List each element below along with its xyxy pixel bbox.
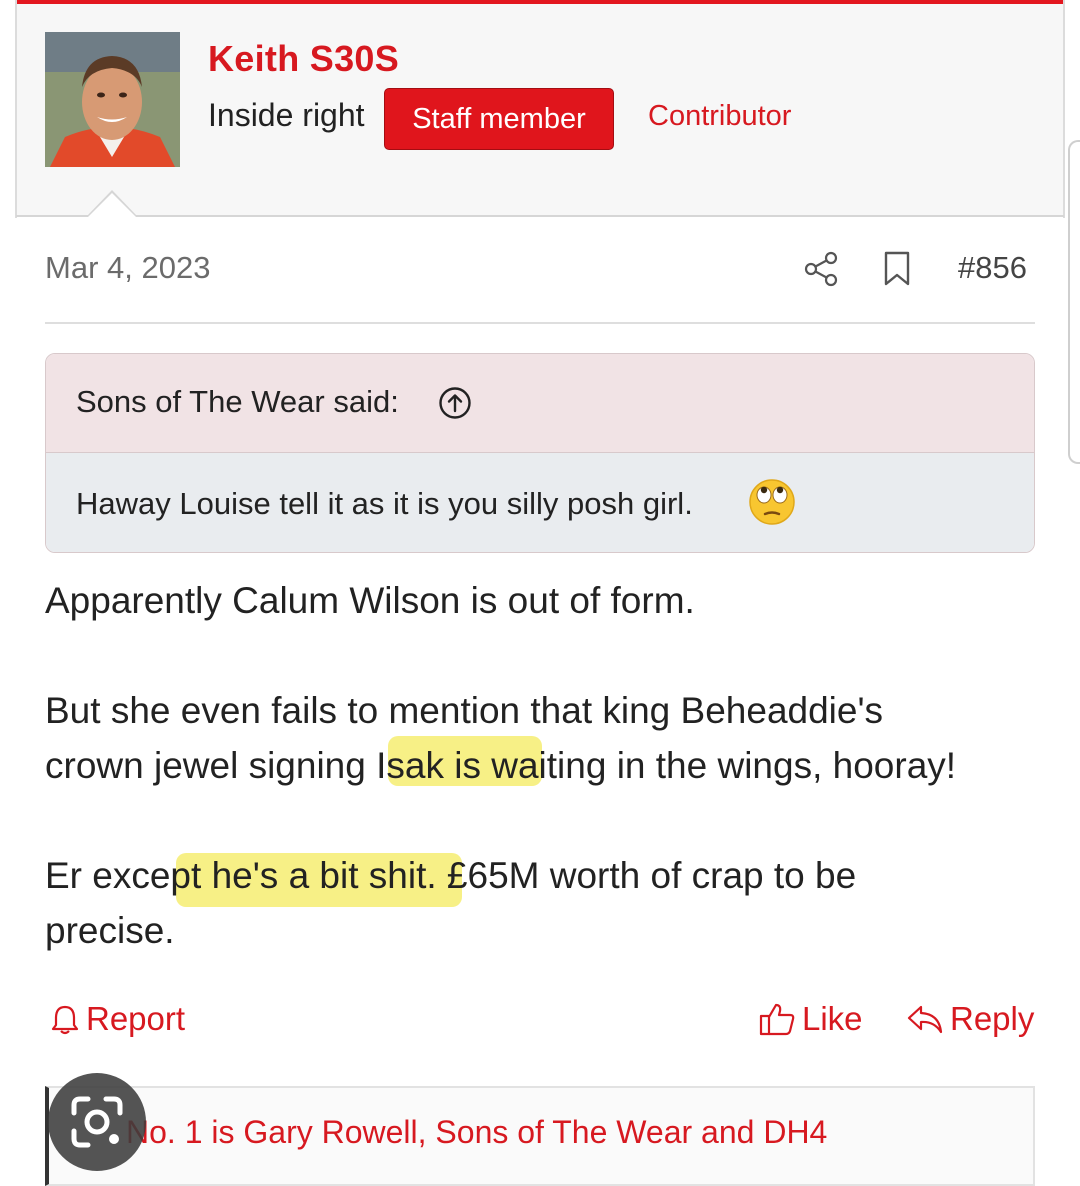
- eye-roll-emoji: [748, 478, 796, 526]
- bell-icon: [51, 1005, 79, 1035]
- signature-text[interactable]: No. 1 is Gary Rowell, Sons of The Wear a…: [126, 1114, 827, 1151]
- post-paragraph: Er except he's a bit shit. £65M worth of…: [45, 855, 857, 896]
- report-button[interactable]: Report: [50, 1000, 185, 1038]
- scrollbar[interactable]: [1068, 140, 1080, 464]
- user-header-pointer-fill: [88, 193, 136, 217]
- frame-border-right: [1063, 0, 1065, 218]
- post-number-link[interactable]: #856: [958, 250, 1027, 286]
- quote-block: Sons of The Wear said: Haway Louise tell…: [45, 353, 1035, 553]
- post-paragraph: crown jewel signing Isak is waiting in t…: [45, 745, 957, 786]
- frame-border-left: [15, 0, 17, 218]
- reply-arrow-icon: [907, 1005, 943, 1034]
- contributor-banner: Contributor: [648, 100, 792, 132]
- user-title: Inside right: [208, 97, 365, 133]
- thumbs-up-icon: [759, 1003, 795, 1036]
- share-icon[interactable]: [802, 250, 840, 288]
- post-paragraph: precise.: [45, 910, 175, 951]
- post-date-link[interactable]: Mar 4, 2023: [45, 250, 210, 286]
- quote-header[interactable]: Sons of The Wear said:: [46, 354, 1034, 453]
- post-paragraph: But she even fails to mention that king …: [45, 690, 884, 731]
- like-label: Like: [802, 1000, 863, 1037]
- quote-body: Haway Louise tell it as it is you silly …: [46, 453, 1034, 552]
- lens-icon: [71, 1096, 123, 1148]
- post-meta-divider: [45, 322, 1035, 324]
- quote-text: Haway Louise tell it as it is you silly …: [76, 486, 693, 521]
- lens-button[interactable]: [48, 1073, 146, 1171]
- post-body: Apparently Calum Wilson is out of form. …: [45, 573, 1045, 958]
- report-label: Report: [86, 1000, 186, 1037]
- accent-top-bar: [16, 0, 1064, 4]
- post-paragraph: Apparently Calum Wilson is out of form.: [45, 580, 695, 621]
- username-link[interactable]: Keith S30S: [208, 38, 399, 80]
- quote-author[interactable]: Sons of The Wear said:: [76, 384, 399, 420]
- reply-label: Reply: [950, 1000, 1035, 1037]
- bookmark-icon[interactable]: [882, 250, 912, 288]
- staff-member-badge: Staff member: [384, 88, 614, 150]
- avatar[interactable]: [45, 32, 180, 167]
- like-button[interactable]: Like: [758, 1000, 863, 1038]
- reply-button[interactable]: Reply: [906, 1000, 1034, 1038]
- arrow-up-circle-icon[interactable]: [438, 386, 472, 420]
- user-header-divider: [16, 215, 1064, 217]
